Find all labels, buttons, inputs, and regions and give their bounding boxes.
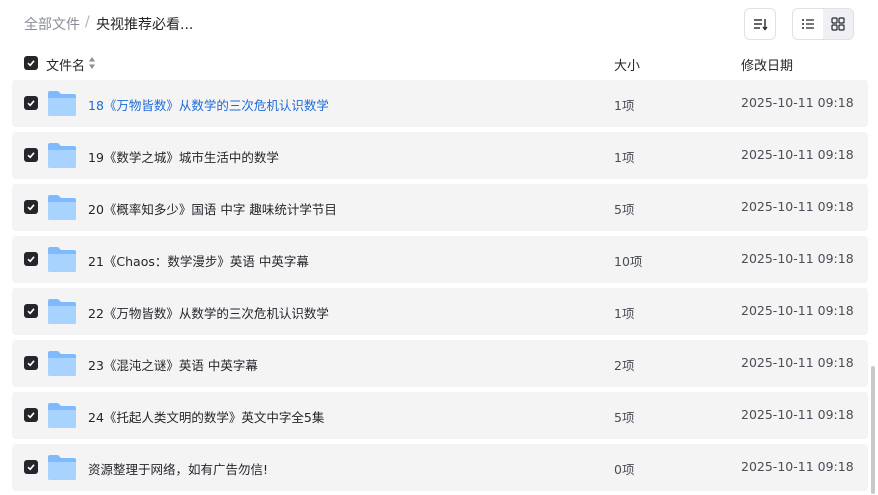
file-modified-date: 2025-10-11 09:18 [741,251,854,266]
check-icon [27,308,35,315]
check-icon [27,152,35,159]
file-modified-date: 2025-10-11 09:18 [741,199,854,214]
file-size: 5项 [614,202,635,217]
check-icon [27,204,35,211]
folder-icon [48,91,76,116]
row-checkbox[interactable] [24,460,38,474]
file-name-link[interactable]: 22《万物皆数》从数学的三次危机认识数学 [88,303,329,322]
file-size: 2项 [614,358,635,373]
folder-icon [48,247,76,272]
folder-icon [48,195,76,220]
folder-icon [48,403,76,428]
sort-button[interactable] [744,8,776,40]
row-checkbox[interactable] [24,356,38,370]
breadcrumb-root[interactable]: 全部文件 [24,14,80,34]
file-modified-date: 2025-10-11 09:18 [741,459,854,474]
folder-icon [48,351,76,376]
file-modified-date: 2025-10-11 09:18 [741,95,854,110]
file-row[interactable]: 18《万物皆数》从数学的三次危机认识数学 1项 2025-10-11 09:18 [12,80,868,127]
select-all-checkbox[interactable] [24,56,38,70]
file-modified-date: 2025-10-11 09:18 [741,355,854,370]
list-view-button[interactable] [793,9,823,39]
file-row[interactable]: 24《托起人类文明的数学》英文中字全5集 5项 2025-10-11 09:18 [12,392,868,439]
file-modified-date: 2025-10-11 09:18 [741,407,854,422]
file-name-link[interactable]: 21《Chaos：数学漫步》英语 中英字幕 [88,251,309,270]
check-icon [27,256,35,263]
row-checkbox[interactable] [24,200,38,214]
list-view-icon [802,19,814,29]
breadcrumb-separator: / [85,14,90,30]
column-header-name[interactable]: 文件名 [46,55,85,74]
row-checkbox[interactable] [24,304,38,318]
check-icon [27,60,35,67]
view-mode-toggle [792,8,854,40]
file-name-link[interactable]: 18《万物皆数》从数学的三次危机认识数学 [88,95,329,114]
check-icon [27,100,35,107]
file-modified-date: 2025-10-11 09:18 [741,147,854,162]
file-row[interactable]: 20《概率知多少》国语 中字 趣味统计学节目 5项 2025-10-11 09:18 [12,184,868,231]
sort-icon [754,19,768,31]
file-size: 0项 [614,462,635,477]
row-checkbox[interactable] [24,252,38,266]
check-icon [27,360,35,367]
column-header-size[interactable]: 大小 [614,55,640,74]
file-size: 10项 [614,254,643,269]
folder-icon [48,455,76,480]
file-name-link[interactable]: 19《数学之城》城市生活中的数学 [88,147,279,166]
file-row[interactable]: 23《混沌之谜》英语 中英字幕 2项 2025-10-11 09:18 [12,340,868,387]
file-size: 1项 [614,150,635,165]
file-modified-date: 2025-10-11 09:18 [741,303,854,318]
file-row[interactable]: 19《数学之城》城市生活中的数学 1项 2025-10-11 09:18 [12,132,868,179]
file-size: 1项 [614,98,635,113]
file-name-link[interactable]: 24《托起人类文明的数学》英文中字全5集 [88,407,324,426]
file-name-link[interactable]: 20《概率知多少》国语 中字 趣味统计学节目 [88,199,337,218]
folder-icon [48,299,76,324]
file-size: 5项 [614,410,635,425]
grid-view-icon [831,17,845,31]
file-size: 1项 [614,306,635,321]
row-checkbox[interactable] [24,408,38,422]
table-header: 文件名 大小 修改日期 [0,50,878,78]
file-name-link[interactable]: 23《混沌之谜》英语 中英字幕 [88,355,258,374]
row-checkbox[interactable] [24,148,38,162]
file-row[interactable]: 资源整理于网络，如有广告勿信! 0项 2025-10-11 09:18 [12,444,868,491]
row-checkbox[interactable] [24,96,38,110]
file-row[interactable]: 21《Chaos：数学漫步》英语 中英字幕 10项 2025-10-11 09:18 [12,236,868,283]
grid-view-button[interactable] [823,9,853,39]
column-header-modified[interactable]: 修改日期 [741,55,793,74]
top-bar: 全部文件 / 央视推荐必看... [0,0,878,46]
check-icon [27,464,35,471]
file-name-link[interactable]: 资源整理于网络，如有广告勿信! [88,459,268,478]
sort-toggle-icon[interactable] [88,56,96,70]
scrollbar-thumb[interactable] [871,366,875,494]
check-icon [27,412,35,419]
file-row[interactable]: 22《万物皆数》从数学的三次危机认识数学 1项 2025-10-11 09:18 [12,288,868,335]
folder-icon [48,143,76,168]
breadcrumb-current: 央视推荐必看... [96,17,194,33]
